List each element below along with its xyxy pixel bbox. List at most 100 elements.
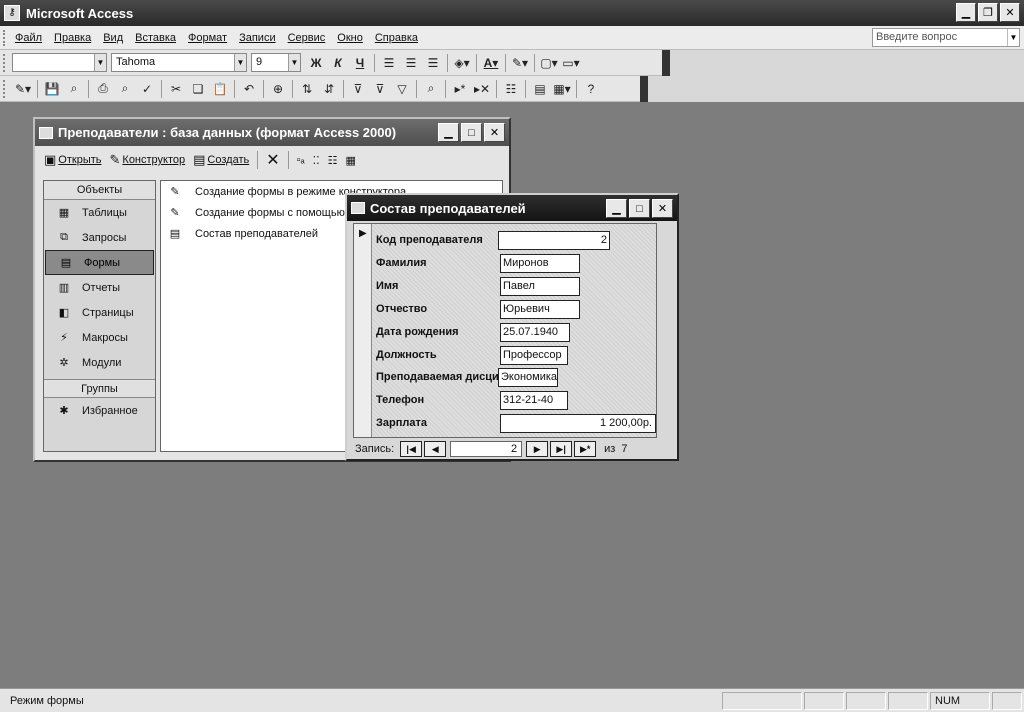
properties-icon[interactable]: ☷	[501, 79, 521, 99]
align-left-icon[interactable]: ☰	[379, 53, 399, 73]
fill-color-icon[interactable]: ◈▾	[452, 53, 472, 73]
record-selector[interactable]: ▶	[354, 224, 372, 437]
menu-insert[interactable]: Вставка	[129, 32, 182, 44]
search-file-icon[interactable]: ⌕	[64, 79, 84, 99]
apply-filter-icon[interactable]: ▽	[392, 79, 412, 99]
small-icons-icon[interactable]: ⁚⁚	[310, 154, 323, 167]
font-color-icon[interactable]: A▾	[481, 53, 501, 73]
cut-icon[interactable]: ✂	[166, 79, 186, 99]
undo-icon[interactable]: ↶	[239, 79, 259, 99]
database-window-icon[interactable]: ▤	[530, 79, 550, 99]
maximize-button[interactable]: □	[629, 199, 650, 218]
close-button[interactable]: ✕	[652, 199, 673, 218]
toolbar-options-icon[interactable]	[640, 75, 648, 102]
access-key-icon[interactable]: ⚷	[4, 5, 20, 21]
chevron-down-icon[interactable]: ▼	[288, 54, 300, 71]
groups-header[interactable]: Группы	[44, 379, 155, 398]
spelling-icon[interactable]: ✓	[137, 79, 157, 99]
find-icon[interactable]: ⌕	[421, 79, 441, 99]
sort-ascending-icon[interactable]: ⇅	[297, 79, 317, 99]
filter-selection-icon[interactable]: ⊽	[348, 79, 368, 99]
designer-button[interactable]: ✎ Конструктор	[107, 152, 189, 168]
menu-window[interactable]: Окно	[331, 32, 369, 44]
copy-icon[interactable]: ❏	[188, 79, 208, 99]
object-select[interactable]: ▼	[12, 53, 107, 72]
next-record-button[interactable]: ▶	[526, 441, 549, 457]
object-modules[interactable]: ✲ Модули	[44, 350, 155, 375]
paste-icon[interactable]: 📋	[210, 79, 230, 99]
field-input-birth-date[interactable]: 25.07.1940	[500, 322, 570, 342]
view-icon[interactable]: ✎▾	[13, 79, 33, 99]
filter-form-icon[interactable]: ⊽	[370, 79, 390, 99]
field-input-discipline[interactable]: Экономика	[498, 367, 558, 387]
menu-view[interactable]: Вид	[97, 32, 129, 44]
object-pages[interactable]: ◧ Страницы	[44, 300, 155, 325]
last-record-button[interactable]: ▶|	[550, 441, 573, 457]
menu-file[interactable]: Файл	[9, 32, 48, 44]
sort-descending-icon[interactable]: ⇵	[319, 79, 339, 99]
close-button[interactable]: ✕	[1000, 3, 1020, 22]
large-icons-icon[interactable]: ▫ₐ	[294, 154, 308, 166]
font-size-select[interactable]: 9 ▼	[251, 53, 301, 72]
hyperlink-icon[interactable]: ⊕	[268, 79, 288, 99]
align-center-icon[interactable]: ☰	[401, 53, 421, 73]
toolbar-grip[interactable]	[3, 53, 9, 72]
object-reports[interactable]: ▥ Отчеты	[44, 275, 155, 300]
form-window-title-bar[interactable]: Состав преподавателей ▁ □ ✕	[347, 195, 677, 221]
current-record-input[interactable]: 2	[450, 441, 523, 457]
open-button[interactable]: ▣ Открыть	[41, 152, 105, 168]
create-button[interactable]: ▤ Создать	[190, 152, 252, 168]
maximize-button[interactable]: □	[461, 123, 482, 142]
menu-format[interactable]: Формат	[182, 32, 233, 44]
minimize-button[interactable]: ▁	[956, 3, 976, 22]
field-input-patronymic[interactable]: Юрьевич	[500, 299, 580, 319]
first-record-button[interactable]: |◀	[400, 441, 423, 457]
object-macros[interactable]: ⚡ Макросы	[44, 325, 155, 350]
underline-button[interactable]: Ч	[350, 53, 370, 73]
bold-button[interactable]: Ж	[306, 53, 326, 73]
objects-header[interactable]: Объекты	[44, 181, 155, 200]
field-input-position[interactable]: Профессор	[500, 345, 568, 365]
database-window-title-bar[interactable]: Преподаватели : база данных (формат Acce…	[35, 119, 509, 146]
field-input-phone[interactable]: 312-21-40	[500, 390, 568, 410]
border-icon[interactable]: ▢▾	[539, 53, 559, 73]
restore-button[interactable]: ❐	[978, 3, 998, 22]
list-view-icon[interactable]: ☷	[325, 154, 341, 167]
field-input-salary[interactable]: 1 200,00р.	[500, 413, 656, 433]
field-input-first-name[interactable]: Павел	[500, 276, 580, 296]
details-view-icon[interactable]: ▦	[343, 154, 359, 167]
print-preview-icon[interactable]: ⌕	[115, 79, 135, 99]
chevron-down-icon[interactable]: ▼	[234, 54, 246, 71]
menu-help[interactable]: Справка	[369, 32, 424, 44]
object-tables[interactable]: ▦ Таблицы	[44, 200, 155, 225]
previous-record-button[interactable]: ◀	[424, 441, 447, 457]
help-question-input[interactable]: Введите вопрос ▼	[872, 28, 1020, 47]
minimize-button[interactable]: ▁	[438, 123, 459, 142]
chevron-down-icon[interactable]: ▼	[94, 54, 106, 71]
new-object-icon[interactable]: ▦▾	[552, 79, 572, 99]
align-right-icon[interactable]: ☰	[423, 53, 443, 73]
field-input-last-name[interactable]: Миронов	[500, 253, 580, 273]
line-width-icon[interactable]: ▭▾	[561, 53, 581, 73]
object-queries[interactable]: ⧉ Запросы	[44, 225, 155, 250]
save-icon[interactable]: 💾	[42, 79, 62, 99]
group-favorites[interactable]: ✱ Избранное	[44, 398, 155, 423]
object-forms[interactable]: ▤ Формы	[45, 250, 154, 275]
new-record-icon[interactable]: ▸*	[450, 79, 470, 99]
menu-records[interactable]: Записи	[233, 32, 282, 44]
menu-edit[interactable]: Правка	[48, 32, 97, 44]
font-name-select[interactable]: Tahoma ▼	[111, 53, 247, 72]
help-icon[interactable]: ?	[581, 79, 601, 99]
new-record-button[interactable]: ▶*	[574, 441, 597, 457]
chevron-down-icon[interactable]: ▼	[1007, 29, 1019, 46]
minimize-button[interactable]: ▁	[606, 199, 627, 218]
toolbar-options-icon[interactable]	[662, 49, 670, 76]
close-button[interactable]: ✕	[484, 123, 505, 142]
line-color-icon[interactable]: ✎▾	[510, 53, 530, 73]
delete-icon[interactable]: ✕	[263, 150, 282, 170]
italic-button[interactable]: К	[328, 53, 348, 73]
menu-tools[interactable]: Сервис	[282, 32, 332, 44]
print-icon[interactable]: ⎙	[93, 79, 113, 99]
toolbar-grip[interactable]	[3, 79, 9, 98]
field-input-teacher-id[interactable]: 2	[498, 230, 610, 250]
